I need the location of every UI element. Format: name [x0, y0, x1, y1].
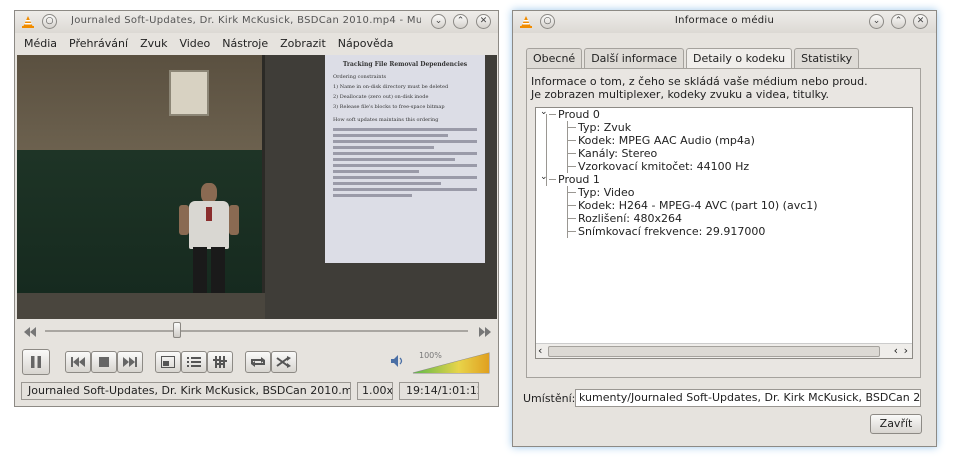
menu-playback[interactable]: Přehrávání [69, 37, 128, 57]
vlc-cone-icon [22, 16, 34, 28]
horizontal-scrollbar[interactable]: ‹ ‹ › [536, 343, 912, 358]
fullscreen-icon [161, 356, 175, 368]
tab-general[interactable]: Obecné [526, 48, 583, 69]
loop-icon [251, 357, 265, 367]
media-info-dialog: ○ Informace o médiu ⌄ ⌃ ✕ Obecné Další i… [512, 10, 937, 447]
slide-subheading: Ordering constraints [333, 74, 387, 80]
frame-forward-icon[interactable] [478, 327, 492, 337]
tab-meta[interactable]: Další informace [584, 48, 684, 69]
status-filename: Journaled Soft-Updates, Dr. Kirk McKusic… [21, 382, 351, 400]
dialog-title-bar[interactable]: ○ Informace o médiu ⌄ ⌃ ✕ [513, 11, 936, 33]
minimize-button[interactable]: ⌄ [431, 14, 446, 29]
tree-item-property: Vzorkovací kmitočet: 44100 Hz [578, 160, 750, 173]
close-button[interactable]: ✕ [476, 14, 491, 29]
vlc-main-window: ○ Journaled Soft-Updates, Dr. Kirk McKus… [14, 10, 499, 407]
tree-expander[interactable]: ⌄ [540, 172, 548, 182]
menu-help[interactable]: Nápověda [338, 37, 394, 57]
tab-bar: Obecné Další informace Detaily o kodeku … [526, 48, 861, 69]
previous-icon [71, 357, 85, 367]
description-line-1: Informace o tom, z čeho se skládá vaše m… [531, 75, 868, 88]
window-menu-button[interactable]: ○ [42, 14, 57, 29]
window-title: Journaled Soft-Updates, Dr. Kirk McKusic… [71, 15, 421, 26]
playlist-button[interactable] [181, 351, 207, 373]
loop-button[interactable] [245, 351, 271, 373]
codec-panel: Informace o tom, z čeho se skládá vaše m… [526, 68, 921, 378]
close-dialog-button[interactable]: Zavřít [870, 414, 922, 434]
next-icon [123, 357, 137, 367]
projected-slide: Tracking File Removal Dependencies Order… [325, 55, 485, 263]
description-line-2: Je zobrazen multiplexer, kodeky zvuku a … [531, 88, 830, 101]
stop-button[interactable] [91, 351, 117, 373]
pause-button[interactable] [22, 349, 50, 375]
scroll-right-arrow[interactable]: ‹ [894, 344, 898, 357]
tree-item-property: Kodek: MPEG AAC Audio (mp4a) [578, 134, 755, 147]
volume-slider[interactable] [411, 351, 491, 375]
presenter [179, 183, 239, 293]
slide-item-1: 1) Name in on-disk directory must be del… [333, 84, 449, 90]
tab-statistics[interactable]: Statistiky [794, 48, 860, 69]
shuffle-icon [276, 356, 291, 368]
stop-icon [99, 357, 109, 367]
location-label: Umístění: [523, 392, 576, 405]
slide-item-3: 3) Release file's blocks to free-space b… [333, 104, 445, 110]
video-output[interactable]: Tracking File Removal Dependencies Order… [17, 55, 497, 319]
frame-back-icon[interactable] [23, 327, 37, 337]
minimize-button[interactable]: ⌄ [869, 14, 884, 29]
slide-heading: Tracking File Removal Dependencies [342, 61, 468, 68]
shuffle-button[interactable] [271, 351, 297, 373]
next-button[interactable] [117, 351, 143, 373]
speaker-icon[interactable] [390, 354, 404, 368]
seek-handle[interactable] [172, 322, 181, 338]
scroll-thumb[interactable] [548, 346, 880, 357]
fullscreen-button[interactable] [155, 351, 181, 373]
menu-view[interactable]: Zobrazit [280, 37, 326, 57]
slide-text-block [333, 128, 477, 197]
title-bar[interactable]: ○ Journaled Soft-Updates, Dr. Kirk McKus… [15, 11, 498, 33]
previous-button[interactable] [65, 351, 91, 373]
menu-video[interactable]: Video [179, 37, 210, 57]
playback-speed[interactable]: 1.00x [357, 382, 393, 400]
scroll-left-arrow[interactable]: ‹ [538, 344, 542, 357]
menu-tools[interactable]: Nástroje [222, 37, 268, 57]
maximize-button[interactable]: ⌃ [453, 14, 468, 29]
pause-icon [31, 356, 41, 368]
menu-bar: Média Přehrávání Zvuk Video Nástroje Zob… [15, 37, 498, 57]
tree-item-stream-0[interactable]: Proud 0 [558, 108, 600, 121]
codec-tree[interactable]: ⌄ Proud 0 Typ: Zvuk Kodek: MPEG AAC Audi… [535, 107, 913, 359]
menu-audio[interactable]: Zvuk [140, 37, 167, 57]
tree-item-stream-1[interactable]: Proud 1 [558, 173, 600, 186]
location-field[interactable]: kumenty/Journaled Soft-Updates, Dr. Kirk… [575, 389, 921, 407]
wall-sign [169, 70, 209, 116]
scroll-right-arrow-2[interactable]: › [904, 344, 908, 357]
tree-item-property: Kanály: Stereo [578, 147, 658, 160]
tree-item-property: Rozlišení: 480x264 [578, 212, 682, 225]
tree-expander[interactable]: ⌄ [540, 107, 548, 117]
tab-codec-details[interactable]: Detaily o kodeku [686, 48, 793, 69]
equalizer-icon [213, 356, 227, 368]
tree-item-property: Typ: Video [578, 186, 635, 199]
playlist-icon [187, 357, 201, 367]
seek-bar[interactable] [45, 330, 468, 332]
extended-settings-button[interactable] [207, 351, 233, 373]
close-button[interactable]: ✕ [913, 14, 928, 29]
time-display[interactable]: 19:14/1:01:12 [399, 382, 479, 400]
menu-media[interactable]: Média [24, 37, 57, 57]
slide-item-2: 2) Deallocate (zero out) on-disk inode [333, 94, 429, 100]
tree-item-property: Snímkovací frekvence: 29.917000 [578, 225, 766, 238]
maximize-button[interactable]: ⌃ [891, 14, 906, 29]
tree-item-property: Typ: Zvuk [578, 121, 632, 134]
slide-body: How soft updates maintains this ordering [333, 117, 439, 123]
tree-item-property: Kodek: H264 - MPEG-4 AVC (part 10) (avc1… [578, 199, 818, 212]
